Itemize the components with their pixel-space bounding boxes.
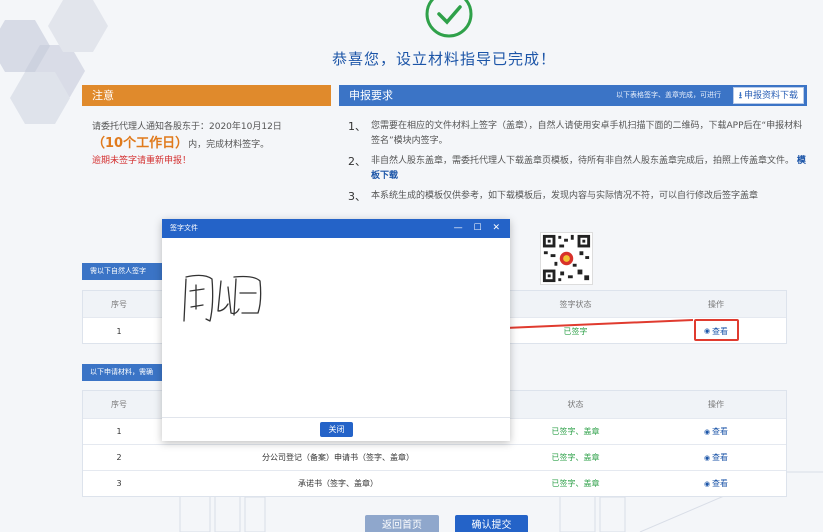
eye-icon: ◉ — [703, 427, 711, 436]
notice-body: 请委托代理人通知各股东于：2020年10月12日 （10个工作日）内，完成材料签… — [92, 120, 332, 168]
download-hint: 以下表格签字、盖章完成，可进行 — [616, 91, 721, 99]
notice-deadline-line: （10个工作日）内，完成材料签字。 — [92, 134, 332, 154]
background-hex — [48, 0, 108, 52]
view-label: 查看 — [712, 479, 729, 488]
window-controls[interactable]: — ☐ ✕ — [454, 219, 504, 238]
eye-icon: ◉ — [703, 453, 711, 462]
row-seq: 1 — [116, 427, 122, 436]
download-label: 申报资料下载 — [743, 91, 798, 101]
row-status: 已签字、盖章 — [551, 479, 600, 488]
eye-icon: ◉ — [703, 479, 711, 488]
table-row: 2 分公司登记（备案）申请书（签字、盖章） 已签字、盖章 ◉ 查看 — [83, 444, 786, 470]
notice-warning: 逾期未签字请重新申报！ — [92, 156, 192, 166]
requirement-item: 2、 非自然人股东盖章，需委托代理人下载盖章页模板，待所有非自然人股东盖章完成后… — [348, 154, 806, 184]
notice-panel-header: 注意 — [82, 85, 331, 106]
notice-line: 内，完成材料签字。 — [188, 140, 270, 150]
requirement-item: 3、 本系统生成的模板仅供参考，如下载模板后，发现内容与实际情况不符，可以自行修… — [348, 189, 806, 204]
requirement-text: 非自然人股东盖章，需委托代理人下载盖章页模板，待所有非自然人股东盖章完成后，拍照… — [371, 156, 795, 166]
requirement-number: 2、 — [348, 155, 366, 168]
download-materials-button[interactable]: ⭳ 申报资料下载 — [732, 87, 804, 104]
requirement-text: 您需要在相应的文件材料上签字（盖章），自然人请使用安卓手机扫描下面的二维码，下载… — [371, 121, 803, 146]
row-name: 分公司登记（备案）申请书（签字、盖章） — [262, 453, 414, 462]
materials-tag: 以下申请材料，需确 — [82, 364, 162, 381]
row-seq: 3 — [116, 479, 122, 488]
qr-code — [540, 232, 593, 285]
submit-button[interactable]: 确认提交 — [455, 515, 528, 532]
notice-line: 请委托代理人通知各股东于：2020年10月12日 — [92, 122, 282, 132]
requirements-title: 申报要求 — [349, 89, 393, 102]
view-label: 查看 — [712, 453, 729, 462]
requirements-list: 1、 您需要在相应的文件材料上签字（盖章），自然人请使用安卓手机扫描下面的二维码… — [348, 119, 806, 209]
dialog-title: 签字文件 — [170, 224, 198, 232]
view-link[interactable]: ◉ 查看 — [656, 419, 776, 444]
row-seq: 2 — [116, 453, 122, 462]
requirement-item: 1、 您需要在相应的文件材料上签字（盖章），自然人请使用安卓手机扫描下面的二维码… — [348, 119, 806, 149]
highlight-box — [694, 319, 739, 341]
dialog-titlebar: 签字文件 — ☐ ✕ — [162, 219, 510, 238]
page-title: 恭喜您，设立材料指导已完成！ — [331, 50, 556, 68]
requirement-number: 3、 — [348, 190, 366, 203]
back-home-button[interactable]: 返回首页 — [365, 515, 439, 532]
column-header: 状态 — [567, 400, 584, 409]
view-link[interactable]: ◉ 查看 — [656, 471, 776, 496]
row-seq: 1 — [116, 326, 122, 336]
check-circle-icon — [425, 0, 473, 38]
deadline-highlight: （10个工作日） — [92, 136, 189, 151]
row-status: 已签字、盖章 — [551, 453, 600, 462]
signatories-tag: 需以下自然人签字 — [82, 263, 162, 280]
column-header: 操作 — [708, 400, 724, 409]
signature-image — [183, 274, 262, 322]
close-button[interactable]: 关闭 — [320, 422, 353, 437]
requirements-panel-header: 申报要求 以下表格签字、盖章完成，可进行 ⭳ 申报资料下载 — [339, 85, 807, 106]
requirement-text: 本系统生成的模板仅供参考，如下载模板后，发现内容与实际情况不符，可以自行修改后签… — [371, 191, 759, 201]
table-row: 3 承诺书（签字、盖章） 已签字、盖章 ◉ 查看 — [83, 470, 786, 496]
row-name: 承诺书（签字、盖章） — [298, 479, 378, 488]
column-header: 序号 — [111, 299, 127, 309]
view-link[interactable]: ◉ 查看 — [656, 445, 776, 470]
view-label: 查看 — [712, 427, 729, 436]
column-header: 序号 — [111, 400, 127, 409]
download-icon: ⭳ — [738, 91, 742, 101]
dialog-footer: 关闭 — [162, 417, 510, 441]
signature-dialog: 签字文件 — ☐ ✕ 关闭 — [162, 219, 510, 441]
row-status: 已签字、盖章 — [551, 427, 600, 436]
requirement-number: 1、 — [348, 120, 366, 133]
